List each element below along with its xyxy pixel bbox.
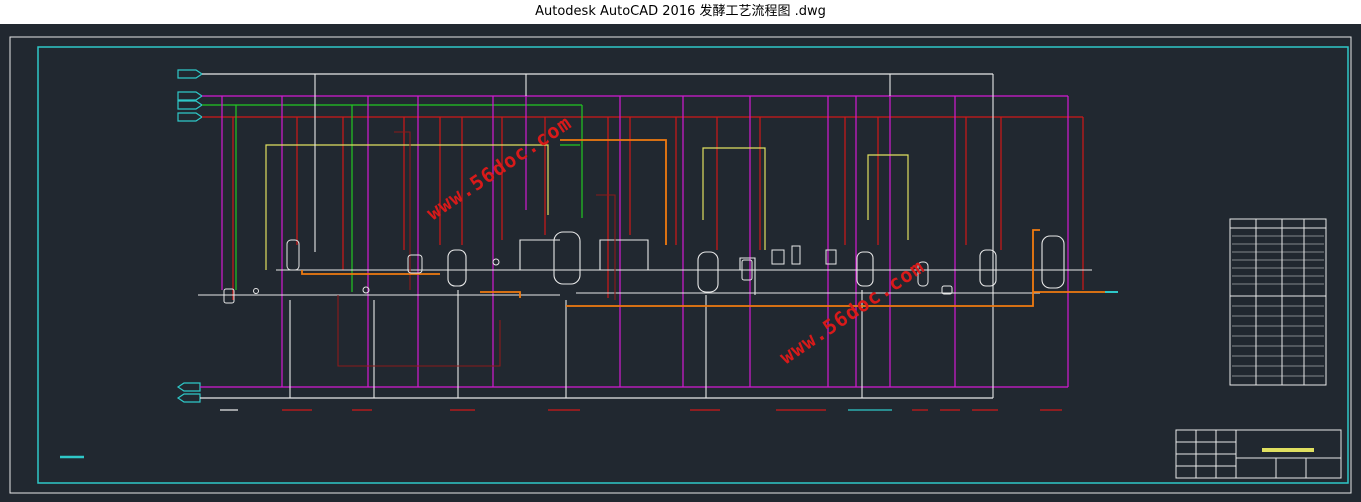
window-title-bar: Autodesk AutoCAD 2016 发酵工艺流程图 .dwg — [0, 0, 1361, 24]
arrow-outlet-icon — [176, 382, 201, 403]
legend-rows — [1232, 235, 1324, 377]
white-lines — [198, 74, 1092, 398]
title-block-name — [1262, 448, 1314, 452]
arrow-inlet-icon — [177, 69, 204, 122]
inner-border — [37, 46, 1349, 484]
header-lines — [200, 73, 1083, 399]
fermenter-vessel-icon — [447, 231, 1065, 293]
window-title: Autodesk AutoCAD 2016 发酵工艺流程图 .dwg — [535, 4, 826, 19]
title-block — [1175, 429, 1342, 479]
drawing-canvas[interactable]: www.56doc.com www.56doc.com — [0, 24, 1361, 498]
process-flow-drawing — [9, 36, 1352, 494]
yellow-lines — [265, 144, 909, 270]
